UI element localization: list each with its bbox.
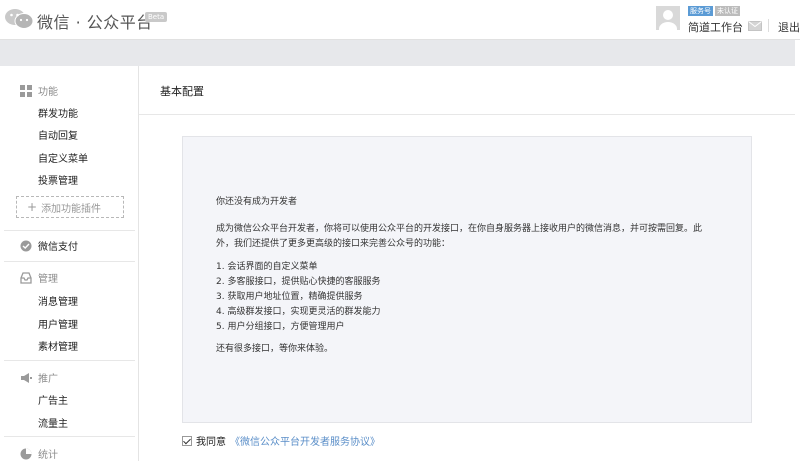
header-divider <box>768 19 769 32</box>
avatar[interactable] <box>656 6 680 30</box>
sidebar-item-messages[interactable]: 消息管理 <box>38 293 78 308</box>
sidebar-divider <box>4 230 135 231</box>
beta-badge: Beta <box>145 12 168 22</box>
logout-link[interactable]: 退出 <box>778 19 800 35</box>
intro-text: 你还没有成为开发者 <box>216 197 298 207</box>
account-name[interactable]: 简道工作台 <box>688 19 743 35</box>
section-title: 功能 <box>38 87 58 98</box>
sidebar-item-materials[interactable]: 素材管理 <box>38 338 78 353</box>
feature-list-item: 4. 高级群发接口，实现更灵活的群发能力 <box>216 307 381 317</box>
sidebar-item-auto-reply[interactable]: 自动回复 <box>38 127 78 142</box>
sidebar-section-stats: 统计 <box>20 446 58 461</box>
grid-icon <box>20 84 32 97</box>
plus-icon: + <box>27 200 38 214</box>
user-avatar-icon <box>659 10 677 30</box>
agreement-row: 我同意 《微信公众平台开发者服务协议》 <box>182 433 380 448</box>
add-plugin-button[interactable]: + 添加功能插件 <box>16 196 124 218</box>
wechat-pay-icon <box>20 240 32 251</box>
page-title: 基本配置 <box>160 85 204 98</box>
agreement-link[interactable]: 《微信公众平台开发者服务协议》 <box>230 433 380 448</box>
megaphone-icon <box>21 372 32 383</box>
section-title: 推广 <box>38 374 58 385</box>
add-plugin-label: 添加功能插件 <box>41 203 102 215</box>
sidebar-item-mass-send[interactable]: 群发功能 <box>38 105 78 120</box>
brand-title[interactable]: 微信 · 公众平台 <box>37 9 153 33</box>
sidebar-section-promote: 推广 <box>20 370 58 385</box>
unverified-badge: 未认证 <box>715 6 740 16</box>
agree-checkbox[interactable] <box>182 435 192 446</box>
main-content: 基本配置 你还没有成为开发者 成为微信公众平台开发者，你将可以使用公众平台的开发… <box>139 66 795 461</box>
pie-chart-icon <box>20 448 32 459</box>
outro-text: 还有很多接口，等你来体验。 <box>216 344 334 354</box>
section-title: 统计 <box>38 450 58 461</box>
section-title: 管理 <box>38 274 58 285</box>
sidebar-divider <box>4 436 135 437</box>
sidebar-item-users[interactable]: 用户管理 <box>38 316 78 331</box>
sidebar-item-advertiser[interactable]: 广告主 <box>38 392 68 407</box>
sidebar-item-publisher[interactable]: 流量主 <box>38 415 68 430</box>
sidebar: 功能 群发功能 自动回复 自定义菜单 投票管理 + 添加功能插件 微信支付 管理… <box>0 66 139 461</box>
account-badges: 服务号 未认证 <box>688 6 740 16</box>
sidebar-divider <box>4 360 135 361</box>
feature-list-item: 2. 多客服接口，提供贴心快捷的客服服务 <box>216 277 381 287</box>
tray-icon <box>20 271 32 284</box>
description-line-2: 外，我们还提供了更多更高级的接口来完善公众号的功能： <box>216 239 451 249</box>
feature-list-item: 1. 会话界面的自定义菜单 <box>216 262 318 272</box>
title-divider <box>139 114 795 115</box>
section-title: 微信支付 <box>38 242 78 253</box>
sidebar-item-wechat-pay[interactable]: 微信支付 <box>20 238 78 253</box>
description-line-1: 成为微信公众平台开发者，你将可以使用公众平台的开发接口，在你自身服务器上接收用户… <box>216 224 703 234</box>
sidebar-divider <box>4 261 135 262</box>
sidebar-section-features: 功能 <box>20 83 58 98</box>
sidebar-section-manage: 管理 <box>20 270 58 285</box>
mail-icon[interactable] <box>748 21 762 31</box>
feature-list-item: 3. 获取用户地址位置，精确提供服务 <box>216 292 363 302</box>
sidebar-item-vote[interactable]: 投票管理 <box>38 172 78 187</box>
top-header: 微信 · 公众平台 Beta 服务号 未认证 简道工作台 退出 <box>0 0 800 40</box>
sidebar-item-custom-menu[interactable]: 自定义菜单 <box>38 150 88 165</box>
page-scrollbar[interactable] <box>795 40 800 461</box>
service-badge: 服务号 <box>688 6 713 16</box>
wechat-logo-icon <box>5 9 34 29</box>
feature-list-item: 5. 用户分组接口，方便管理用户 <box>216 322 345 332</box>
developer-info-panel: 你还没有成为开发者 成为微信公众平台开发者，你将可以使用公众平台的开发接口，在你… <box>182 136 752 423</box>
agree-label[interactable]: 我同意 <box>196 433 226 448</box>
